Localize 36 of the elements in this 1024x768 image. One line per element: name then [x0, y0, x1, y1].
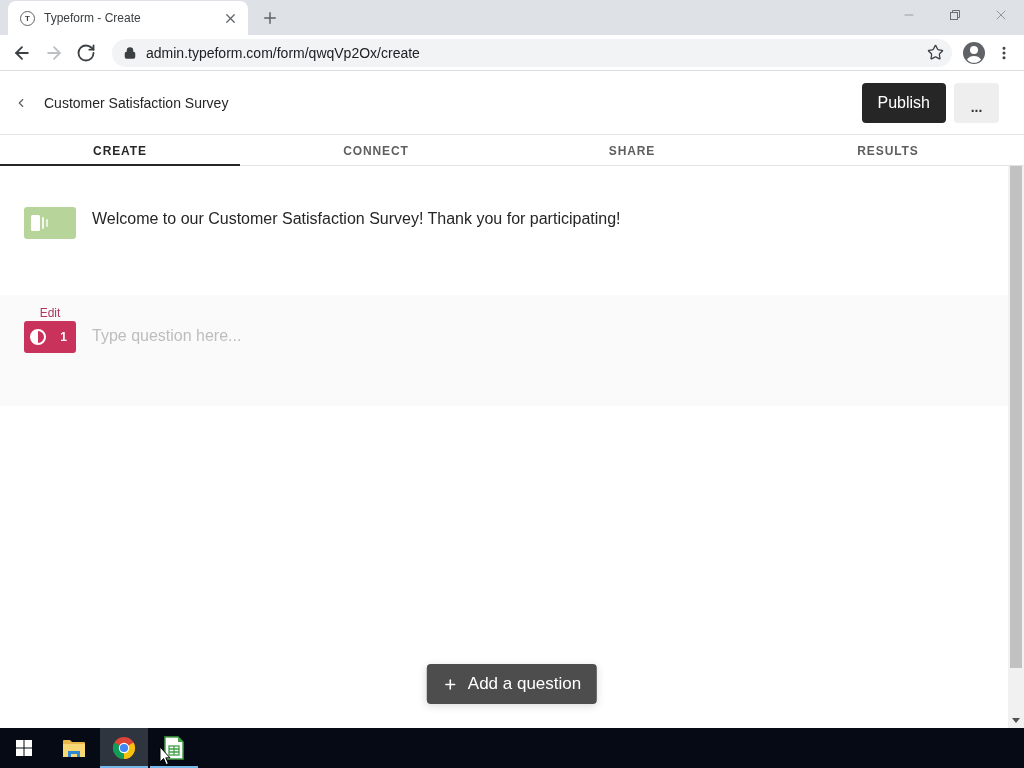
browser-tab[interactable]: T Typeform - Create — [8, 1, 248, 35]
question-input[interactable]: Type question here... — [92, 321, 984, 351]
tab-title: Typeform - Create — [44, 11, 142, 25]
nav-tab[interactable]: CONNECT — [256, 135, 496, 166]
scrollbar[interactable] — [1008, 166, 1024, 728]
restore-icon — [950, 10, 960, 20]
nav-tab[interactable]: RESULTS — [768, 135, 1008, 166]
more-button[interactable]: ... — [954, 82, 999, 123]
mouse-cursor-icon — [159, 746, 171, 766]
nav-tab[interactable]: SHARE — [512, 135, 752, 166]
publish-button[interactable]: Publish — [861, 82, 946, 123]
plus-icon — [442, 676, 458, 692]
edit-link[interactable]: Edit — [39, 307, 61, 320]
new-tab-button[interactable] — [261, 9, 279, 27]
bookmark-star-icon[interactable] — [927, 44, 944, 61]
nav-tab[interactable]: CREATE — [0, 135, 240, 166]
plus-icon — [261, 9, 279, 27]
chrome-logo-icon — [112, 736, 136, 760]
scrollbar-thumb[interactable] — [1010, 166, 1022, 668]
add-question-button[interactable]: Add a question — [426, 664, 598, 704]
welcome-text: Welcome to our Customer Satisfaction Survey! Thank you for participating! — [92, 209, 621, 229]
scroll-down-icon[interactable] — [1012, 718, 1020, 723]
question-number: 1 — [60, 330, 67, 344]
address-bar[interactable]: admin.typeform.com/form/qwqVp2Ox/create — [112, 38, 952, 67]
profile-button[interactable] — [962, 40, 986, 65]
spreadsheet-icon — [164, 736, 184, 760]
windows-logo-icon — [16, 740, 32, 756]
half-circle-icon — [30, 329, 46, 345]
question-tag[interactable]: 1 — [24, 321, 76, 353]
taskbar-item[interactable] — [100, 728, 148, 768]
reload-icon — [76, 42, 96, 63]
form-title: Customer Satisfaction Survey — [44, 94, 229, 111]
profile-icon — [962, 40, 986, 65]
lock-icon — [124, 46, 136, 59]
url-text: admin.typeform.com/form/qwqVp2Ox/create — [146, 44, 421, 61]
folder-icon — [63, 739, 85, 757]
